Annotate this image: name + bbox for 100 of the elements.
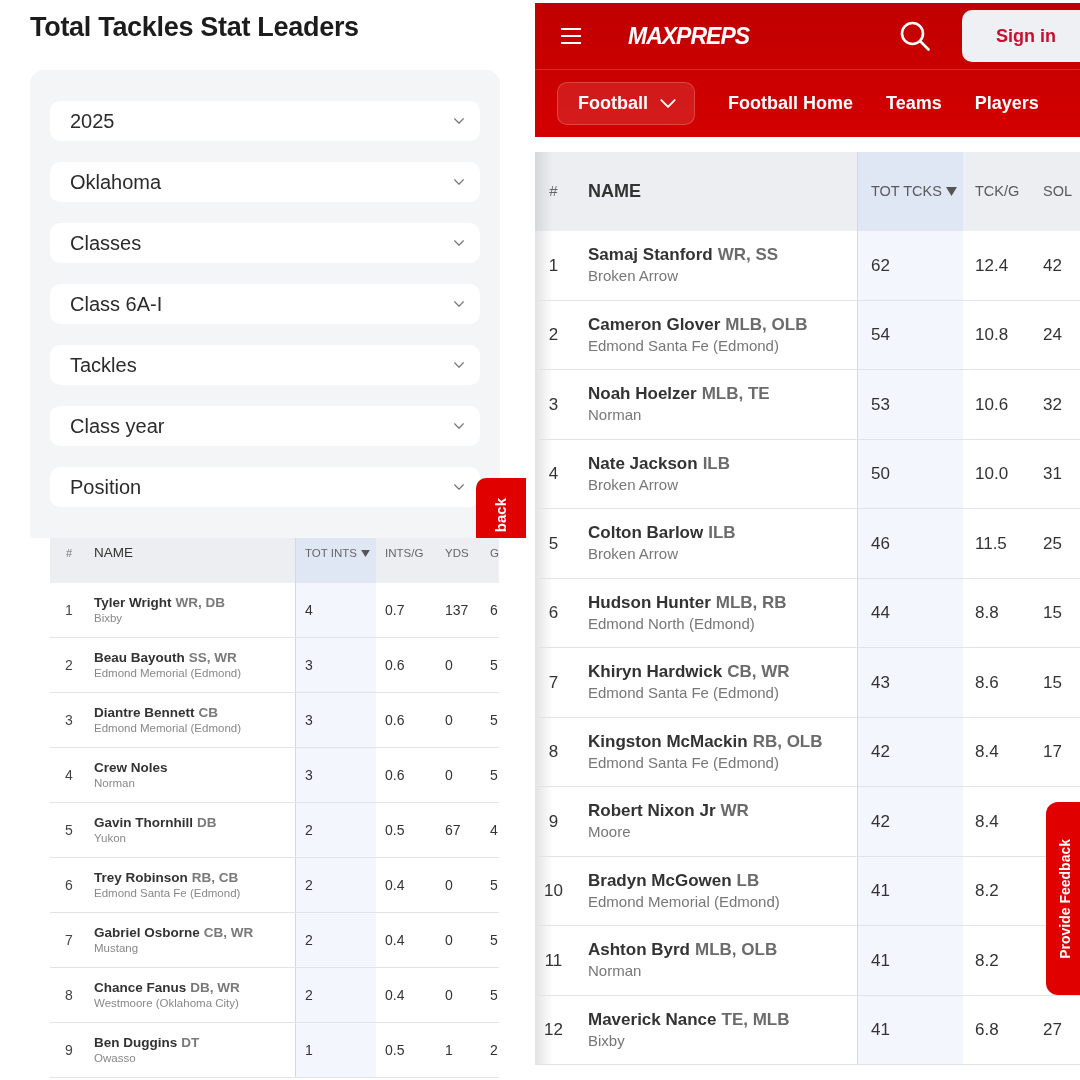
logo-wordmark[interactable]: MAXPREPS xyxy=(628,24,750,48)
column-header[interactable]: TCK/G xyxy=(963,152,1030,231)
stat-cell-text: 8.2 xyxy=(974,949,1000,972)
stat-cell: 42 xyxy=(857,717,963,786)
feedback-tab[interactable]: back xyxy=(476,478,526,538)
player-name[interactable]: Kingston McMackin xyxy=(588,730,748,753)
stat-cell-text: 0.5 xyxy=(384,1040,406,1060)
school-name: Edmond Memorial (Edmond) xyxy=(94,721,242,736)
filter-dropdown[interactable]: Oklahoma xyxy=(50,162,480,202)
column-header[interactable]: YDS xyxy=(436,538,481,583)
player-name[interactable]: Gavin Thornhill xyxy=(94,814,193,831)
stat-cell-text: 0.4 xyxy=(384,930,406,950)
stat-cell: 46 xyxy=(857,509,963,578)
stat-cell-text: 6 xyxy=(489,600,499,620)
stat-cell-text: 5 xyxy=(489,930,499,950)
nav-link[interactable]: Teams xyxy=(886,90,942,117)
player-name[interactable]: Beau Bayouth xyxy=(94,649,185,666)
player-name[interactable]: Cameron Glover xyxy=(588,313,721,336)
school-name: Bixby xyxy=(588,1030,626,1051)
stat-cell-text: 8.4 xyxy=(974,741,1000,763)
stat-cell: 4 xyxy=(295,583,376,637)
player-name[interactable]: Gabriel Osborne xyxy=(94,924,200,941)
stat-cell: 2 xyxy=(295,858,376,912)
stat-cell: 54 xyxy=(857,300,963,369)
filter-dropdown[interactable]: Class year xyxy=(50,406,480,446)
stat-cell-text: 5 xyxy=(489,875,499,895)
position-text: WR xyxy=(720,800,749,823)
position-text: DT xyxy=(181,1034,200,1051)
school-name: Westmoore (Oklahoma City) xyxy=(94,996,240,1011)
stat-cell-text: 24 xyxy=(1042,324,1063,346)
filter-dropdown[interactable]: Classes xyxy=(50,223,480,263)
school-name: Edmond Memorial (Edmond) xyxy=(94,666,242,681)
filter-dropdown[interactable]: 2025 xyxy=(50,101,480,141)
chevron-down-icon xyxy=(454,118,464,124)
rank-cell-text: 8 xyxy=(64,985,74,1005)
column-header[interactable]: G xyxy=(481,538,499,583)
stat-cell: 3 xyxy=(295,638,376,692)
position-text: LB xyxy=(736,869,760,892)
player-name[interactable]: Maverick Nance xyxy=(588,1008,717,1031)
filter-dropdown[interactable]: Class 6A-I xyxy=(50,284,480,324)
sort-descending-icon xyxy=(361,550,370,557)
school-name: Norman xyxy=(588,405,643,426)
player-name[interactable]: Diantre Bennett xyxy=(94,704,195,721)
position-text: MLB, OLB xyxy=(725,313,808,336)
stat-cell-text: 15 xyxy=(1042,671,1063,694)
column-header[interactable]: TOT INTS xyxy=(295,538,376,583)
stat-cell-text: 67 xyxy=(444,820,462,840)
stat-cell-text: 0.4 xyxy=(384,875,406,895)
rank-cell-text: 6 xyxy=(64,875,74,895)
position-text: WR, DB xyxy=(175,594,225,611)
stat-cell-text: 8.6 xyxy=(974,671,1000,694)
sport-dropdown-button[interactable]: Football xyxy=(557,82,695,125)
stat-cell-text: 2 xyxy=(489,1040,499,1060)
stat-cell-text: 4 xyxy=(489,820,499,840)
column-header[interactable]: INTS/G xyxy=(376,538,436,583)
player-name[interactable]: Robert Nixon Jr xyxy=(588,800,716,823)
nav-link[interactable]: Players xyxy=(974,90,1039,117)
sort-descending-icon xyxy=(945,187,957,196)
sign-in-button[interactable]: Sign in xyxy=(962,10,1080,62)
stat-cell: 50 xyxy=(857,439,963,508)
school-name: Edmond Santa Fe (Edmond) xyxy=(588,335,780,356)
position-text: MLB, RB xyxy=(715,591,787,614)
column-header[interactable]: TOT TCKS xyxy=(857,152,963,231)
nav-link[interactable]: Football Home xyxy=(728,90,853,117)
stat-cell-text: 0 xyxy=(444,930,454,950)
stat-cell: 2 xyxy=(295,968,376,1022)
stat-cell: 43 xyxy=(857,648,963,717)
player-name[interactable]: Ben Duggins xyxy=(94,1034,178,1051)
player-name[interactable]: Hudson Hunter xyxy=(588,591,711,614)
player-name[interactable]: Trey Robinson xyxy=(94,869,188,886)
column-header: NAME xyxy=(93,544,134,562)
player-name[interactable]: Ashton Byrd xyxy=(588,939,690,962)
filter-dropdown[interactable]: Tackles xyxy=(50,345,480,385)
stat-cell: 2 xyxy=(295,913,376,967)
stat-cell-text: 31 xyxy=(1042,463,1063,485)
player-name[interactable]: Samaj Stanford xyxy=(588,244,713,267)
school-name: Owasso xyxy=(94,1051,137,1066)
player-name[interactable]: Tyler Wright xyxy=(94,594,172,611)
search-icon[interactable] xyxy=(900,21,930,51)
player-name[interactable]: Bradyn McGowen xyxy=(588,869,732,892)
player-name[interactable]: Nate Jackson xyxy=(588,452,698,475)
menu-icon[interactable] xyxy=(561,28,581,44)
stat-cell: 41 xyxy=(857,926,963,995)
stat-cell-text: 0 xyxy=(444,765,454,785)
player-name[interactable]: Chance Fanus xyxy=(94,979,187,996)
filter-dropdown[interactable]: Position xyxy=(50,467,480,507)
player-name[interactable]: Khiryn Hardwick xyxy=(588,661,723,684)
stat-cell: 3 xyxy=(295,748,376,802)
column-header[interactable]: SOL xyxy=(1030,152,1080,231)
player-name[interactable]: Colton Barlow xyxy=(588,522,704,545)
stat-cell-text: 0.5 xyxy=(384,820,406,840)
chevron-down-icon xyxy=(454,179,464,185)
player-name[interactable]: Noah Hoelzer xyxy=(588,383,697,406)
position-text: SS, WR xyxy=(188,649,237,666)
player-name[interactable]: Crew Noles xyxy=(94,759,168,776)
stat-cell-text: 8.2 xyxy=(974,880,1000,902)
stat-cell-text: 0 xyxy=(444,655,454,675)
stat-cell-text: 15 xyxy=(1042,602,1063,624)
feedback-tab[interactable]: Provide Feedback xyxy=(1046,802,1080,995)
stat-cell-text: 0.6 xyxy=(384,710,406,730)
